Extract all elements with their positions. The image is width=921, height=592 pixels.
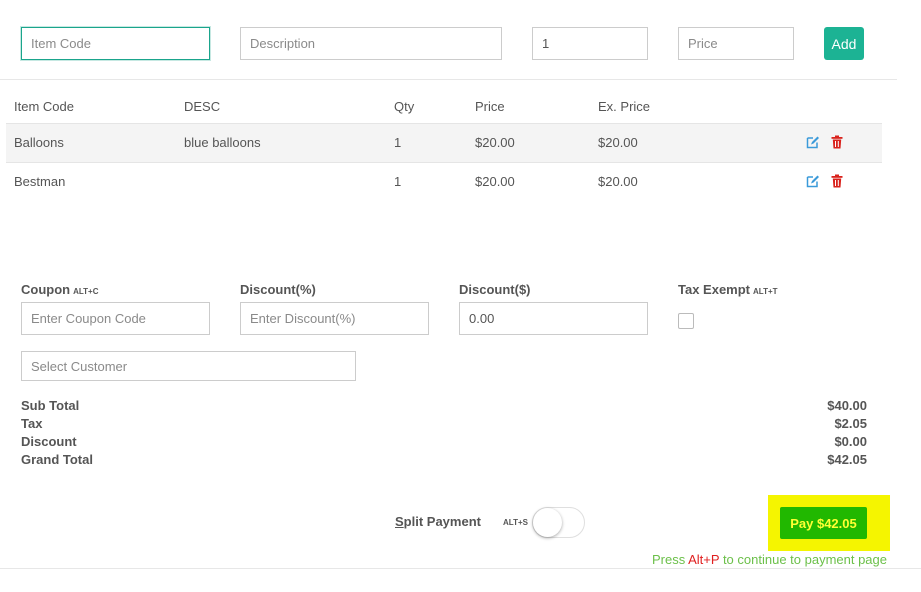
tax-exempt-label-text: Tax Exempt [678,282,751,297]
grand-total-value: $42.05 [827,452,867,467]
footer-divider [0,568,921,569]
trash-icon[interactable] [830,174,844,188]
tax-exempt-label: Tax Exempt ALT+T [678,282,778,297]
tax-value: $2.05 [834,416,867,431]
cell-ex-price: $20.00 [598,135,638,150]
coupon-input[interactable] [21,302,210,335]
split-payment-text: plit Payment [403,514,481,529]
header-desc: DESC [184,99,221,114]
cell-price: $20.00 [475,174,515,189]
coupon-shortcut-hint: ALT+C [73,287,99,296]
description-input[interactable] [240,27,502,60]
discount-amt-input[interactable] [459,302,648,335]
coupon-label-text: Coupon [21,282,71,297]
table-row: Bestman 1 $20.00 $20.00 [6,163,882,203]
subtotal-label: Sub Total [21,398,80,413]
split-payment-shortcut-hint: ALT+S [503,518,528,527]
discount-pct-label: Discount(%) [240,282,316,297]
discount-label: Discount [21,434,77,449]
tax-exempt-checkbox[interactable] [678,313,694,329]
divider [0,79,897,80]
edit-icon[interactable] [806,174,820,188]
header-qty: Qty [394,99,415,114]
table-row: Balloons blue balloons 1 $20.00 $20.00 [6,123,882,163]
discount-pct-input[interactable] [240,302,429,335]
tax-label: Tax [21,416,43,431]
cell-desc: blue balloons [184,135,261,150]
toggle-knob [533,508,562,537]
discount-amt-label: Discount($) [459,282,531,297]
add-button[interactable]: Add [824,27,864,60]
discount-value: $0.00 [834,434,867,449]
header-price: Price [475,99,505,114]
qty-input[interactable] [532,27,648,60]
header-ex-price: Ex. Price [598,99,651,114]
pay-button[interactable]: Pay $42.05 [780,507,867,539]
header-item-code: Item Code [14,99,74,114]
note-suffix: to continue to payment page [719,552,888,567]
item-code-input[interactable] [21,27,210,60]
cell-ex-price: $20.00 [598,174,638,189]
customer-select[interactable] [21,351,356,381]
cell-item-code: Balloons [14,135,64,150]
cell-qty: 1 [394,174,402,189]
coupon-label: Coupon ALT+C [21,282,99,297]
payment-shortcut-note: Press Alt+P to continue to payment page [652,552,887,567]
cell-qty: 1 [394,135,402,150]
edit-icon[interactable] [806,135,820,149]
note-prefix: Press [652,552,689,567]
tax-exempt-shortcut-hint: ALT+T [753,287,778,296]
cell-item-code: Bestman [14,174,66,189]
split-payment-accesskey: S [395,514,404,529]
price-input[interactable] [678,27,794,60]
note-key: Alt+P [688,552,720,567]
grand-total-label: Grand Total [21,452,93,467]
split-payment-label: Split Payment [395,514,481,529]
trash-icon[interactable] [830,135,844,149]
subtotal-value: $40.00 [827,398,867,413]
cell-price: $20.00 [475,135,515,150]
split-payment-toggle[interactable] [532,507,585,538]
